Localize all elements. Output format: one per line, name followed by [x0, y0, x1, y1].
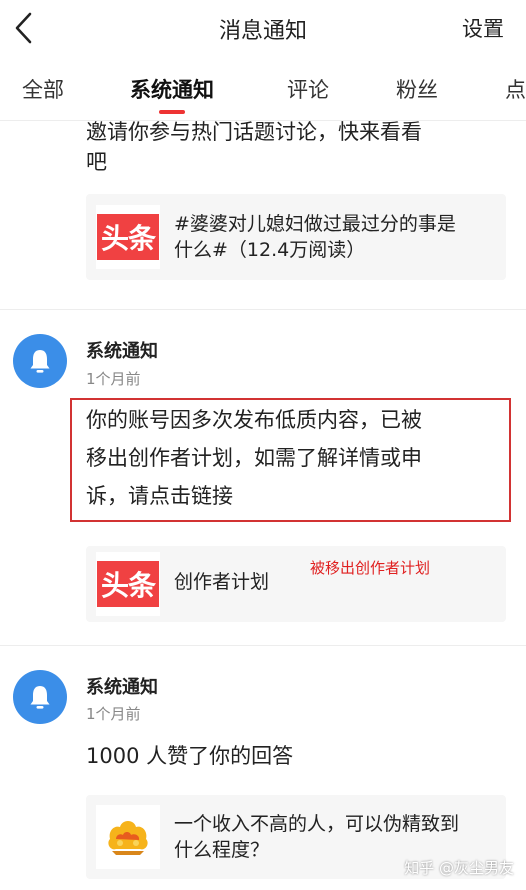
sender-name: 系统通知 [86, 341, 158, 362]
toutiao-logo-icon: 头条 [97, 561, 159, 607]
bell-icon [30, 350, 50, 373]
tab-bar: 全部 系统通知 评论 粉丝 点 [0, 58, 526, 121]
card-title-line: 一个收入不高的人，可以伪精致到 [174, 813, 460, 835]
card-thumbnail [96, 805, 160, 869]
tab-likes[interactable]: 点 [505, 74, 526, 104]
page-title: 消息通知 [218, 19, 307, 44]
toutiao-logo-icon: 头条 [97, 214, 159, 260]
tab-system-notice-label: 系统通知 [130, 78, 214, 102]
settings-button[interactable]: 设置 [462, 13, 504, 43]
tab-fans[interactable]: 粉丝 [396, 74, 438, 104]
zhihu-cloud-logo-icon [108, 821, 148, 855]
timestamp: 1个月前 [86, 370, 141, 388]
card-thumbnail: 头条 [96, 205, 160, 269]
card-title-line: #婆婆对儿媳妇做过最过分的事是 [174, 213, 456, 235]
card-title-line: 什么#（12.4万阅读） [174, 239, 366, 261]
timestamp: 1个月前 [86, 705, 141, 723]
watermark: 知乎 @灰尘男友 [404, 859, 514, 877]
highlight-box [70, 398, 511, 522]
system-avatar[interactable] [13, 670, 67, 724]
creator-plan-card[interactable]: 头条 创作者计划 [86, 546, 506, 622]
annotation-label: 被移出创作者计划 [310, 559, 431, 577]
card-thumbnail: 头条 [96, 552, 160, 616]
notification-text-line: 1000 人赞了你的回答 [86, 744, 294, 768]
card-title: 一个收入不高的人，可以伪精致到 什么程度？ [174, 811, 492, 863]
notification-text-line: 邀请你参与热门话题讨论，快来看看 [86, 121, 422, 144]
tab-system-notice[interactable]: 系统通知 [130, 74, 214, 114]
topic-card[interactable]: 头条 #婆婆对儿媳妇做过最过分的事是 什么#（12.4万阅读） [86, 194, 506, 280]
card-title: #婆婆对儿媳妇做过最过分的事是 什么#（12.4万阅读） [174, 211, 492, 263]
notification-text-line: 吧 [86, 150, 107, 174]
system-avatar[interactable] [13, 334, 67, 388]
active-tab-indicator [159, 110, 185, 114]
divider [0, 645, 526, 646]
tab-all[interactable]: 全部 [22, 74, 64, 104]
bell-icon [30, 686, 50, 709]
divider [0, 309, 526, 310]
top-bar: 消息通知 设置 [0, 0, 526, 58]
sender-name: 系统通知 [86, 677, 158, 698]
tab-comments[interactable]: 评论 [287, 74, 329, 104]
